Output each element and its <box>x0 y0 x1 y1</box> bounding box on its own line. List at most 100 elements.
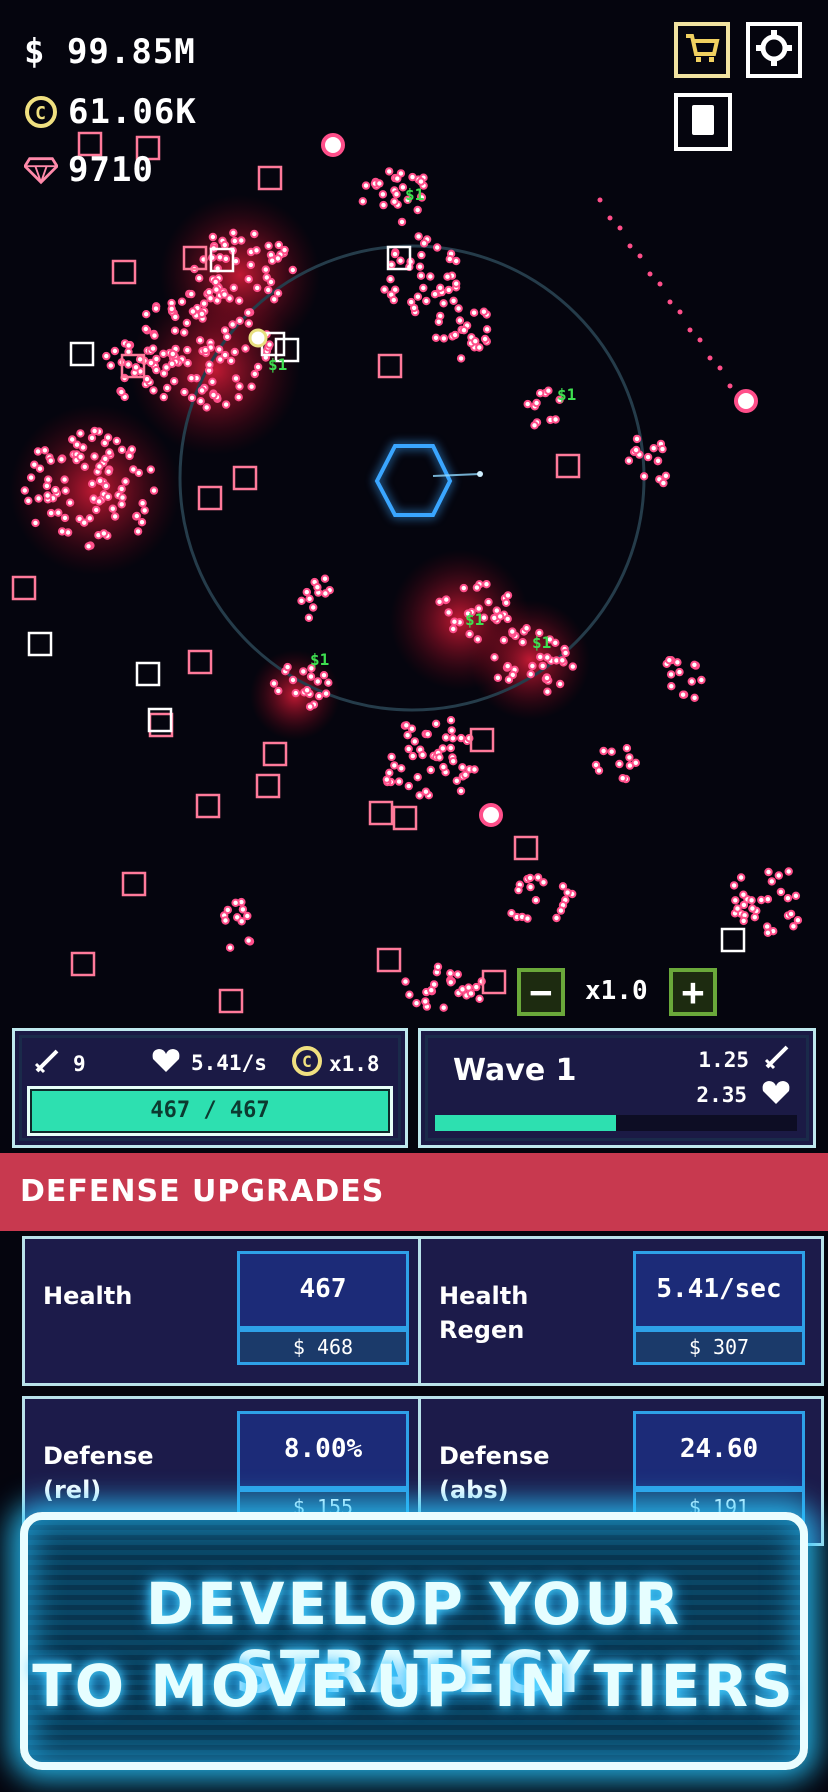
enemy-dot <box>302 686 312 695</box>
wave-progress-bar <box>435 1115 797 1131</box>
enemy-dot <box>469 308 479 317</box>
enemy-dot <box>433 962 443 971</box>
enemy-dot <box>321 689 331 698</box>
enemy-dot <box>552 913 561 923</box>
speed-increase-button[interactable]: + <box>669 968 717 1016</box>
enemy-dot <box>87 433 97 443</box>
enemy-dot <box>639 472 649 481</box>
shop-button[interactable] <box>674 22 730 78</box>
enemy-dot <box>305 702 315 711</box>
enemy-dot <box>404 744 413 754</box>
enemy-dot <box>421 997 430 1006</box>
enemy-dot <box>208 232 218 242</box>
settings-button[interactable] <box>746 22 802 78</box>
enemy-dot <box>503 614 512 624</box>
enemy-dot <box>95 476 105 485</box>
enemy-dot <box>661 471 671 480</box>
enemy-dot <box>690 693 699 702</box>
enemy-dot <box>106 361 116 370</box>
floating-cash-label: $1 <box>268 355 287 374</box>
enemy-dot <box>439 334 449 343</box>
enemy-dot <box>793 916 803 925</box>
upgrade-cost-button[interactable]: $ 468 <box>237 1329 409 1365</box>
enemy-dot <box>95 462 104 471</box>
enemy-dot <box>180 387 189 397</box>
enemy-dot <box>459 326 469 335</box>
enemy-dot <box>244 275 253 284</box>
enemy-dot <box>615 759 624 769</box>
enemy-dot <box>390 249 400 259</box>
enemy-dot <box>736 873 746 882</box>
enemy-dot <box>526 670 535 679</box>
enemy-dot <box>536 389 545 398</box>
enemy-dot <box>677 309 683 315</box>
enemy-dot <box>482 325 492 334</box>
enemy-dot <box>394 777 404 786</box>
enemy-dot <box>105 448 114 457</box>
enemy-dot <box>180 328 189 337</box>
enemy-dot <box>538 661 547 671</box>
tower-stats-panel: 9 5.41/s C x1.8 467 / 467 <box>12 1028 408 1148</box>
enemy-square <box>197 485 223 511</box>
enemy-dot <box>452 256 461 266</box>
enemy-dot <box>767 877 776 886</box>
enemy-dot <box>397 217 407 227</box>
enemy-dot <box>503 591 513 600</box>
enemy-dot <box>389 295 398 305</box>
svg-text:C: C <box>35 103 47 124</box>
coin-text: 61.06K <box>68 92 197 132</box>
damage-stat: 9 <box>33 1047 86 1080</box>
enemy-dot <box>133 527 143 536</box>
enemy-dot <box>125 451 134 461</box>
enemy-dot <box>490 653 499 662</box>
enemy-dot <box>446 716 456 725</box>
speed-decrease-button[interactable]: − <box>517 968 565 1016</box>
card-icon <box>690 103 716 141</box>
upgrade-name-line1: Defense <box>43 1442 154 1470</box>
enemy-dot <box>678 690 688 699</box>
enemy-dot <box>763 928 773 937</box>
gem-counter: 9710 <box>24 150 154 190</box>
upgrade-card-health[interactable]: Health 467 $ 468 <box>22 1236 428 1386</box>
sword-icon <box>763 1043 791 1076</box>
upgrade-card-health-regen[interactable]: Health Regen 5.41/sec $ 307 <box>418 1236 824 1386</box>
enemy-dot <box>484 597 493 607</box>
enemy-dot <box>385 768 394 777</box>
enemy-dot <box>426 272 435 281</box>
enemy-dot <box>697 337 703 343</box>
enemy-dot <box>508 627 517 636</box>
enemy-dot <box>421 787 431 796</box>
enemy-dot <box>375 179 384 188</box>
enemy-dot <box>618 774 627 783</box>
enemy-dot <box>201 345 210 355</box>
enemy-dot <box>274 686 283 696</box>
enemy-dot <box>216 355 225 364</box>
enemy-dot <box>68 435 77 444</box>
enemy-dot <box>436 283 445 292</box>
enemy-dot <box>230 347 240 357</box>
enemy-dot <box>142 310 151 319</box>
cards-button[interactable] <box>674 93 732 151</box>
gear-icon <box>755 29 793 71</box>
upgrade-cost-button[interactable]: $ 307 <box>633 1329 805 1365</box>
coin-icon: C <box>24 95 58 129</box>
enemy-dot <box>324 678 333 687</box>
enemy-dot <box>471 337 480 346</box>
enemy-dot <box>195 336 205 345</box>
sword-icon <box>33 1047 61 1080</box>
enemy-square <box>469 727 495 753</box>
enemy-dot <box>43 491 52 500</box>
enemy-dot <box>101 454 110 463</box>
enemy-dot <box>402 721 411 730</box>
enemy-square <box>195 793 221 819</box>
banner-line-2: TO MOVE UP IN TIERS <box>32 1652 796 1720</box>
enemy-dot <box>757 895 766 905</box>
enemy-damage-stat: 1.25 <box>698 1043 791 1076</box>
enemy-dot <box>459 583 468 593</box>
enemy-dot <box>131 363 141 372</box>
enemy-dot <box>20 486 29 495</box>
enemy-dot <box>31 518 40 528</box>
enemy-dot <box>791 891 801 900</box>
enemy-dot <box>558 656 567 665</box>
enemy-dot <box>140 506 149 515</box>
